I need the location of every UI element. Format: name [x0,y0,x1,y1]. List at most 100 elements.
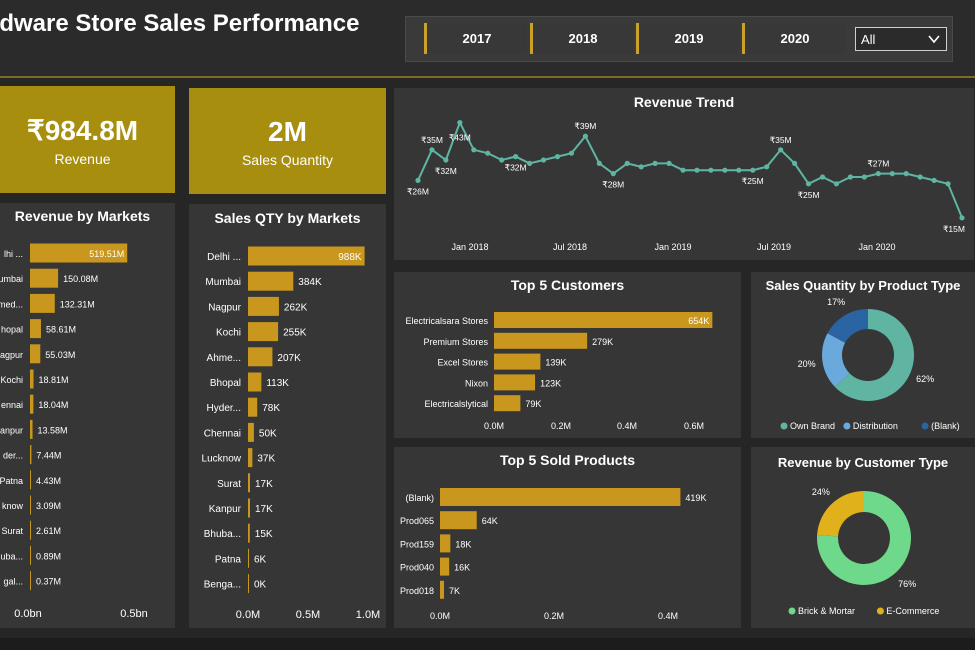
data-point [736,167,742,173]
revenue-trend-chart: ₹26M ₹35M ₹32M ₹43M ₹32M ₹39M ₹28M ₹25M ₹35M ₹25M… [407,120,965,252]
bar [248,574,249,594]
category-label: Electricalslytical [424,399,488,409]
legend-marker [780,422,788,430]
data-label: 207K [277,353,301,364]
bar [494,353,541,370]
data-label: ₹26M [407,186,429,196]
kpi-revenue-value: ₹984.8M [26,115,139,146]
data-label: 17K [255,504,273,515]
sales-qty-by-markets-chart: Delhi ... 988K Mumbai 384K Nagpur 262K Kochi 25… [202,246,380,621]
data-point [959,215,965,221]
bar [248,548,249,568]
data-label: ₹25M [742,176,764,186]
data-point [847,174,854,180]
data-label: ₹32M [435,166,457,176]
data-label: 4.43M [36,476,61,486]
data-point [861,174,867,180]
data-point [875,171,881,177]
bar [30,369,34,389]
category-label: Mumbai [205,277,241,288]
bar [30,268,59,288]
category-label: Ahme... [207,353,241,364]
data-label: ₹15M [943,224,965,234]
data-label: ₹32M [505,163,527,173]
data-point [778,147,784,153]
bar [30,419,33,439]
category-label: Bhuba... [204,529,241,540]
bar [30,445,32,465]
data-point [833,181,840,187]
category-label: umbai [0,274,23,284]
data-point [764,164,770,170]
top5-products-chart: (Blank) 419K Prod065 64K Prod159 18K Prod040 16… [400,488,706,621]
data-point [722,167,728,173]
kpi-quantity-label: Sales Quantity [241,152,334,168]
data-point [540,157,547,163]
revenue-by-markets-chart: lhi ... 519.51M umbai 150.08M med... 132.31M h… [0,243,148,620]
data-label: 132.31M [60,299,95,309]
filter-dropdown[interactable]: All [855,27,947,51]
data-label: 255K [283,328,307,339]
category-label: Prod018 [400,586,434,596]
x-tick-label: Jan 2019 [654,242,691,252]
bar [30,293,55,313]
data-label: 150.08M [63,274,98,284]
category-label: lhi ... [4,249,23,259]
year-button-2020[interactable]: 2020 [742,23,845,54]
data-point [889,171,895,177]
top5-products-card: Top 5 Sold Products (Blank) 419K Prod065 64… [394,447,741,628]
x-tick-label: 0.4M [658,611,678,621]
data-label: 3.09M [36,501,61,511]
category-label: Lucknow [202,454,242,465]
sales-qty-by-markets-card: Sales QTY by Markets Delhi ... 988K Mumbai… [189,204,386,628]
legend-marker [921,422,929,430]
legend-label: Distribution [853,421,898,431]
data-label: 62% [916,374,934,384]
bar [248,473,251,493]
data-point [917,174,923,180]
bar [248,422,254,442]
data-label: ₹39M [574,121,596,131]
category-label: Benga... [204,580,241,591]
data-point [499,157,505,163]
category-label: Chennai [204,428,241,439]
category-label: (Blank) [405,493,434,503]
data-point [931,177,937,183]
bar [440,511,477,530]
x-tick-label: 0.4M [617,421,637,431]
data-label: 654K [688,316,709,326]
kpi-revenue-card: ₹984.8M Revenue [0,86,175,193]
data-point [610,171,616,177]
data-label: 78K [262,403,280,414]
revenue-trend-card: Revenue Trend ₹26M ₹35M ₹32M ₹43M ₹32M ₹39M ₹2… [394,88,974,260]
category-label: gal... [3,577,23,587]
data-label: 6K [254,554,267,565]
bar [440,534,451,553]
data-label: ₹35M [770,135,792,145]
category-label: Kanpur [209,504,242,515]
bar [248,523,250,543]
data-label: 37K [257,454,275,465]
bar [440,488,681,506]
year-button-2017[interactable]: 2017 [424,23,527,54]
data-point [457,120,463,126]
year-button-2019[interactable]: 2019 [636,23,739,54]
data-label: 262K [284,302,308,313]
top5-customers-card: Top 5 Customers Electricalsara Stores 654… [394,272,741,438]
data-point [471,147,477,153]
x-tick-label: 0.2M [551,421,571,431]
category-label: Surat [1,526,23,536]
data-label: 79K [525,399,541,409]
revenue-by-markets-card: Revenue by Markets lhi ... 519.51M umbai 15… [0,203,175,628]
data-label: 18.81M [39,375,69,385]
revenue-by-customer-type-chart: 76% 24% Brick & Mortar E-Commerce [788,487,939,616]
year-button-2018[interactable]: 2018 [530,23,633,54]
data-label: 17% [827,297,845,307]
bar [30,470,31,490]
category-label: agpur [0,350,23,360]
category-label: Kochi [0,375,23,385]
x-tick-label: 1.0M [356,609,380,621]
kpi-quantity-card: 2M Sales Quantity [189,88,386,194]
data-label: 58.61M [46,325,76,335]
data-label: 0.89M [36,551,61,561]
